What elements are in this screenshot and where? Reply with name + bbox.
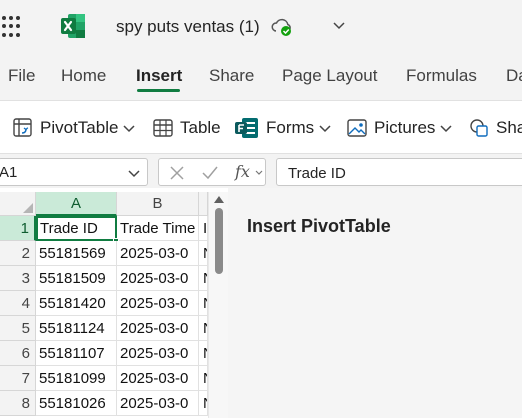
row-header[interactable]: 2 bbox=[0, 241, 36, 266]
table-button[interactable]: Table bbox=[152, 116, 221, 140]
name-box[interactable]: A1 bbox=[0, 158, 148, 186]
row-header[interactable]: 5 bbox=[0, 316, 36, 341]
cloud-saved-icon[interactable] bbox=[270, 16, 294, 38]
tab-insert[interactable]: Insert bbox=[136, 66, 182, 86]
table-cell[interactable]: N bbox=[199, 341, 208, 366]
cell-c1[interactable]: Is bbox=[199, 216, 208, 241]
insert-function-icon[interactable]: fx bbox=[235, 162, 250, 181]
column-header-c[interactable] bbox=[199, 192, 208, 216]
table-cell[interactable]: 2025-03-0 bbox=[117, 266, 199, 291]
formula-input-value: Trade ID bbox=[288, 165, 346, 182]
row-header[interactable]: 4 bbox=[0, 291, 36, 316]
table-cell[interactable]: 55181099 bbox=[36, 366, 117, 391]
enter-check-icon[interactable] bbox=[201, 165, 219, 181]
tab-share[interactable]: Share bbox=[209, 66, 254, 86]
vertical-scrollbar[interactable] bbox=[208, 192, 228, 418]
table-cell[interactable]: 55181026 bbox=[36, 391, 117, 416]
cancel-icon[interactable] bbox=[169, 165, 185, 181]
ribbon-toolbar: PivotTable Table Forms Pictures Sha bbox=[0, 100, 522, 154]
forms-icon bbox=[235, 118, 258, 138]
table-cell[interactable]: 55181107 bbox=[36, 341, 117, 366]
scrollbar-thumb[interactable] bbox=[215, 208, 223, 274]
table-cell[interactable]: 2025-03-0 bbox=[117, 316, 199, 341]
tab-file[interactable]: File bbox=[8, 66, 35, 86]
table-cell[interactable]: N bbox=[199, 366, 208, 391]
table-cell[interactable]: 55181124 bbox=[36, 316, 117, 341]
app-launcher-icon[interactable] bbox=[2, 16, 24, 38]
column-header-a[interactable]: A bbox=[36, 192, 117, 216]
column-header-b[interactable]: B bbox=[117, 192, 199, 216]
title-chevron-down-icon[interactable] bbox=[332, 18, 346, 32]
name-box-chevron-icon[interactable] bbox=[127, 167, 141, 181]
document-title[interactable]: spy puts ventas (1) bbox=[116, 17, 260, 37]
table-cell[interactable]: 55181569 bbox=[36, 241, 117, 266]
name-box-value: A1 bbox=[0, 164, 18, 181]
table-cell[interactable]: 2025-03-0 bbox=[117, 341, 199, 366]
table-cell[interactable]: 2025-03-0 bbox=[117, 366, 199, 391]
cell-a1[interactable]: Trade ID bbox=[36, 216, 117, 241]
cell-b1[interactable]: Trade Time bbox=[117, 216, 199, 241]
table-cell[interactable]: 55181509 bbox=[36, 266, 117, 291]
pictures-icon bbox=[347, 119, 367, 137]
active-tab-indicator bbox=[137, 89, 180, 92]
forms-button[interactable]: Forms bbox=[234, 116, 332, 140]
pivottable-icon bbox=[13, 118, 32, 137]
pictures-chevron-icon bbox=[440, 125, 452, 133]
table-cell[interactable]: 2025-03-0 bbox=[117, 391, 199, 416]
row-header[interactable]: 1 bbox=[0, 216, 36, 241]
excel-logo-icon[interactable] bbox=[60, 13, 86, 39]
row-header[interactable]: 8 bbox=[0, 391, 36, 416]
tab-data[interactable]: Da bbox=[506, 66, 522, 86]
row-header[interactable]: 7 bbox=[0, 366, 36, 391]
scroll-up-arrow-icon[interactable] bbox=[214, 196, 224, 203]
table-cell[interactable]: 2025-03-0 bbox=[117, 291, 199, 316]
pane-title: Insert PivotTable bbox=[247, 216, 391, 236]
select-all-corner[interactable] bbox=[0, 192, 36, 216]
table-icon bbox=[153, 119, 173, 137]
fx-chevron-icon[interactable] bbox=[255, 170, 263, 176]
insert-pivottable-pane: Insert PivotTable bbox=[228, 188, 522, 418]
table-cell[interactable]: N bbox=[199, 266, 208, 291]
forms-chevron-icon bbox=[319, 125, 331, 133]
spreadsheet-grid[interactable]: A B 1 Trade ID Trade Time Is 2 55181569 … bbox=[0, 188, 228, 418]
pictures-button[interactable]: Pictures bbox=[346, 116, 453, 140]
pivottable-button[interactable]: PivotTable bbox=[12, 116, 136, 140]
shapes-icon bbox=[470, 119, 488, 137]
pivottable-chevron-icon bbox=[123, 125, 135, 133]
table-cell[interactable]: N bbox=[199, 291, 208, 316]
shapes-button[interactable]: Sha bbox=[468, 116, 522, 140]
formula-bar: A1 fx Trade ID bbox=[0, 154, 522, 188]
table-cell[interactable]: N bbox=[199, 241, 208, 266]
tab-formulas[interactable]: Formulas bbox=[406, 66, 477, 86]
formula-buttons: fx bbox=[158, 158, 266, 186]
tab-home[interactable]: Home bbox=[61, 66, 106, 86]
tab-page-layout[interactable]: Page Layout bbox=[282, 66, 377, 86]
table-cell[interactable]: N bbox=[199, 316, 208, 341]
row-header[interactable]: 3 bbox=[0, 266, 36, 291]
formula-input[interactable]: Trade ID bbox=[276, 158, 522, 186]
table-cell[interactable]: N bbox=[199, 391, 208, 416]
table-cell[interactable]: 2025-03-0 bbox=[117, 241, 199, 266]
ribbon-tabs: File Home Insert Share Page Layout Formu… bbox=[0, 56, 522, 98]
title-bar: spy puts ventas (1) bbox=[0, 0, 522, 54]
table-cell[interactable]: 55181420 bbox=[36, 291, 117, 316]
row-header[interactable]: 6 bbox=[0, 341, 36, 366]
